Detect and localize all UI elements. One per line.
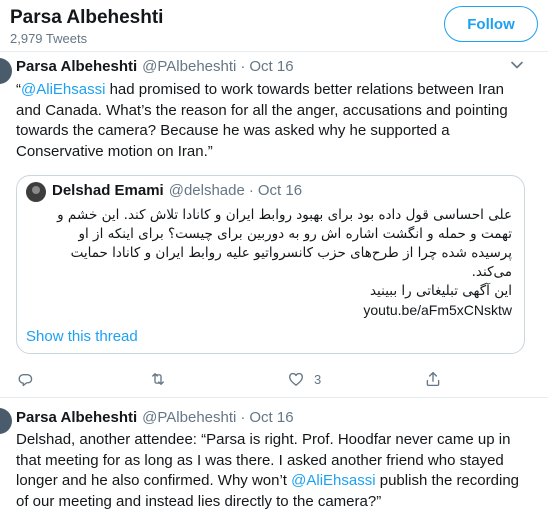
tweet-date[interactable]: Oct 16 (249, 409, 293, 426)
quoted-tweet-header: Delshad Emami @delshade · Oct 16 (52, 182, 302, 199)
avatar[interactable] (0, 58, 12, 84)
follow-button[interactable]: Follow (444, 6, 538, 42)
tweet[interactable]: Parsa Albeheshti @PAlbeheshti · Oct 16 “@Al… (0, 52, 548, 398)
avatar[interactable] (26, 182, 46, 202)
separator-dot: · (240, 58, 246, 75)
youtube-link[interactable]: youtu.be/aFm5xCNsktw (42, 301, 512, 320)
avatar[interactable] (0, 408, 12, 434)
quoted-author-name[interactable]: Delshad Emami (52, 182, 164, 199)
separator-dot: · (240, 409, 246, 426)
share-button[interactable] (424, 370, 442, 388)
share-icon (426, 371, 440, 387)
tweet-header: Parsa Albeheshti @PAlbeheshti · Oct 16 (16, 58, 294, 75)
quoted-text-line: این آگهی تبلیغاتی را ببینید (369, 283, 512, 299)
author-handle[interactable]: @PAlbeheshti (142, 58, 236, 75)
tweet-text: Delshad, another attendee: “Parsa is rig… (16, 430, 531, 512)
tweet-count: 2,979 Tweets (10, 31, 88, 46)
tweet-date[interactable]: Oct 16 (249, 58, 293, 75)
quoted-tweet[interactable]: Delshad Emami @delshade · Oct 16 علی احساسی… (16, 175, 525, 354)
like-button[interactable]: 3 (287, 370, 321, 388)
mention-link[interactable]: @AliEhsassi (291, 472, 375, 489)
quoted-text-line: پرسیده شده چرا از طرح‌های حزب کانسرواتیو… (70, 245, 512, 261)
quoted-text-line: می‌کند. (471, 264, 512, 280)
reply-button[interactable] (16, 370, 34, 388)
tweet-actions: 3 (0, 370, 548, 392)
heart-icon (289, 372, 303, 386)
author-name[interactable]: Parsa Albeheshti (16, 409, 137, 426)
author-name[interactable]: Parsa Albeheshti (16, 58, 137, 75)
chevron-down-icon[interactable] (510, 60, 524, 70)
quoted-tweet-text: علی احساسی قول داده بود برای بهبود روابط… (42, 206, 512, 320)
quoted-text-line: تهمت و حمله و انگشت اشاره اش رو به دوربی… (78, 226, 512, 242)
like-count: 3 (314, 371, 322, 387)
show-thread-link[interactable]: Show this thread (26, 328, 138, 345)
reply-icon (18, 373, 33, 387)
retweet-icon (152, 373, 164, 385)
tweet[interactable]: Parsa Albeheshti @PAlbeheshti · Oct 16 Dels… (0, 398, 548, 520)
tweet-text: “@AliEhsassi had promised to work toward… (16, 80, 531, 162)
profile-name: Parsa Albeheshti (10, 7, 164, 28)
retweet-button[interactable] (149, 370, 167, 388)
quoted-text-line: علی احساسی قول داده بود برای بهبود روابط… (57, 207, 512, 223)
profile-header: Parsa Albeheshti 2,979 Tweets Follow (0, 0, 548, 52)
tweet-header: Parsa Albeheshti @PAlbeheshti · Oct 16 (16, 409, 294, 426)
separator-dot: · (248, 182, 254, 199)
mention-link[interactable]: @AliEhsassi (21, 81, 105, 98)
quoted-author-handle[interactable]: @delshade (169, 182, 245, 199)
author-handle[interactable]: @PAlbeheshti (142, 409, 236, 426)
quoted-tweet-date[interactable]: Oct 16 (258, 182, 302, 199)
